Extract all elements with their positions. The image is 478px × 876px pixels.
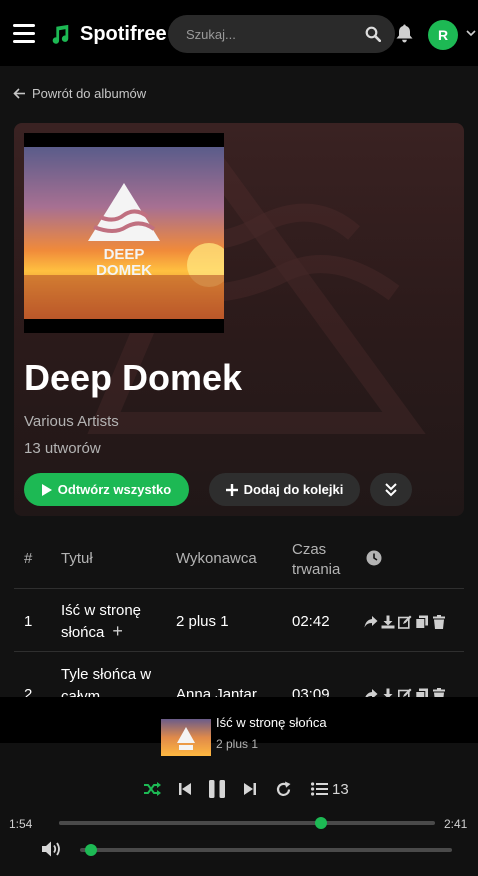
track-duration: 02:42: [292, 613, 330, 630]
progress-bar[interactable]: [59, 817, 435, 829]
column-header-duration-line2: trwania: [292, 561, 341, 578]
previous-button[interactable]: [178, 779, 192, 799]
download-icon[interactable]: [381, 688, 395, 697]
play-all-label: Odtwórz wszystko: [57, 482, 172, 497]
track-table: # Tytuł Wykonawca Czas trwania 1 Iść w s…: [14, 527, 464, 697]
queue-button[interactable]: 13: [311, 779, 349, 799]
progress-handle[interactable]: [315, 817, 328, 829]
shuffle-button[interactable]: [143, 779, 161, 799]
bell-icon[interactable]: [396, 24, 413, 43]
now-playing-cover[interactable]: [161, 719, 211, 756]
progress-fill: [59, 821, 322, 825]
back-link-label: Powrót do albumów: [32, 86, 147, 101]
now-playing-artist[interactable]: 2 plus 1: [216, 737, 258, 751]
track-title[interactable]: Iść w stronę słońca +: [61, 601, 141, 643]
search-icon[interactable]: [365, 26, 381, 42]
add-to-playlist-plus-icon[interactable]: +: [112, 621, 123, 641]
column-header-number: #: [24, 550, 33, 567]
track-title-line2: słońca: [61, 624, 105, 641]
plus-icon: [225, 483, 238, 496]
copy-icon[interactable]: [415, 688, 429, 697]
track-number: 2: [24, 686, 33, 697]
download-icon[interactable]: [381, 615, 395, 629]
track-title-line1: Iść w stronę: [61, 602, 142, 619]
track-number: 1: [24, 613, 33, 630]
queue-count: 13: [332, 780, 349, 798]
add-to-queue-button[interactable]: Dodaj do kolejki: [209, 473, 360, 506]
next-icon: [244, 783, 256, 795]
album-title: Deep Domek: [24, 357, 243, 398]
svg-text:DEEP: DEEP: [104, 246, 145, 263]
back-to-albums-link[interactable]: Powrót do albumów: [13, 86, 146, 101]
pause-button[interactable]: [208, 779, 226, 799]
clock-icon: [366, 550, 382, 566]
add-to-queue-label: Dodaj do kolejki: [243, 482, 344, 497]
double-chevron-down-icon: [385, 482, 397, 496]
volume-slider[interactable]: [80, 844, 452, 856]
table-row[interactable]: 2 Tyle słońca w całym Anna Jantar 03:09: [14, 652, 464, 697]
column-header-duration-line1: Czas: [292, 541, 327, 558]
volume-icon[interactable]: [41, 840, 63, 858]
track-title-line1: Tyle słońca w: [61, 666, 152, 683]
now-playing-cover-art: [161, 719, 211, 756]
shuffle-icon: [144, 782, 161, 796]
track-actions: [364, 615, 446, 629]
edit-icon[interactable]: [398, 615, 412, 629]
svg-text:DOMEK: DOMEK: [96, 262, 152, 279]
search-input[interactable]: [186, 15, 356, 53]
total-time: 2:41: [444, 817, 468, 831]
trash-icon[interactable]: [432, 615, 446, 629]
player-bar: Iść w stronę słońca 2 plus 1 13 1:54 2:4…: [0, 697, 478, 876]
track-actions: [364, 688, 446, 697]
track-artist[interactable]: Anna Jantar: [176, 686, 257, 697]
repeat-icon: [276, 781, 291, 796]
previous-icon: [179, 783, 191, 795]
now-playing-title[interactable]: Iść w stronę słońca: [216, 715, 327, 730]
track-title[interactable]: Tyle słońca w całym: [61, 664, 151, 697]
user-avatar[interactable]: R: [428, 20, 458, 50]
album-header-card: DEEP DOMEK Deep Domek Various Artists 13…: [14, 123, 464, 516]
column-header-artist[interactable]: Wykonawca: [176, 550, 257, 567]
player-controls-area: [0, 743, 478, 876]
table-row[interactable]: 1 Iść w stronę słońca + 2 plus 1 02:42: [14, 589, 464, 652]
pause-icon: [209, 780, 225, 798]
album-track-count: 13 utworów: [24, 440, 101, 457]
edit-icon[interactable]: [398, 688, 412, 697]
track-title-line2: całym: [61, 688, 101, 697]
column-header-title[interactable]: Tytuł: [61, 550, 93, 567]
share-icon[interactable]: [364, 688, 378, 697]
play-icon: [41, 483, 52, 496]
search-box: [168, 15, 395, 53]
music-note-icon: [52, 24, 69, 44]
current-time: 1:54: [9, 817, 33, 831]
copy-icon[interactable]: [415, 615, 429, 629]
album-cover: DEEP DOMEK: [24, 133, 224, 333]
share-icon[interactable]: [364, 615, 378, 629]
track-duration: 03:09: [292, 686, 330, 697]
queue-list-icon: [311, 782, 328, 796]
play-all-button[interactable]: Odtwórz wszystko: [24, 473, 189, 506]
repeat-button[interactable]: [275, 779, 292, 799]
column-header-duration[interactable]: Czas trwania: [292, 540, 340, 580]
trash-icon[interactable]: [432, 688, 446, 697]
next-button[interactable]: [243, 779, 257, 799]
top-bar: Spotifree R: [0, 0, 478, 66]
track-artist[interactable]: 2 plus 1: [176, 613, 229, 630]
menu-icon[interactable]: [13, 24, 35, 44]
app-logo-text[interactable]: Spotifree: [80, 23, 167, 46]
chevron-down-icon[interactable]: [466, 28, 476, 38]
album-artist[interactable]: Various Artists: [24, 413, 119, 430]
more-options-button[interactable]: [370, 473, 412, 506]
arrow-left-icon: [13, 88, 25, 99]
album-cover-art: DEEP DOMEK: [24, 147, 224, 319]
